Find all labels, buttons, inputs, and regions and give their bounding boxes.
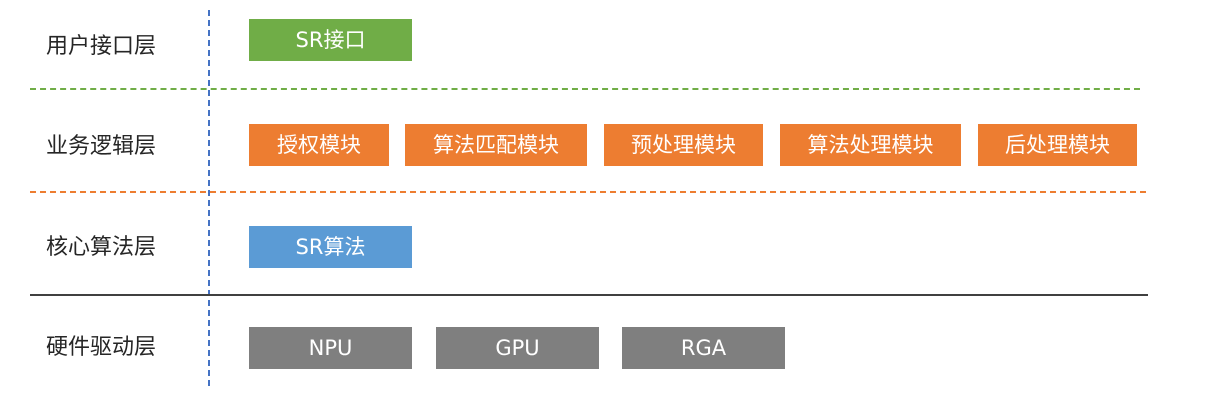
module-rga: RGA xyxy=(622,327,785,369)
module-postprocessing: 后处理模块 xyxy=(978,124,1137,166)
module-gpu: GPU xyxy=(436,327,599,369)
layer-label-business-logic: 业务逻辑层 xyxy=(46,134,157,159)
module-preprocessing: 预处理模块 xyxy=(604,124,763,166)
separator-line-green xyxy=(30,88,1140,90)
separator-line-solid xyxy=(30,294,1148,296)
module-algorithm-matching: 算法匹配模块 xyxy=(405,124,587,166)
module-sr-algorithm: SR算法 xyxy=(249,226,412,268)
layer-divider-vertical-line xyxy=(208,10,210,386)
module-npu: NPU xyxy=(249,327,412,369)
separator-line-orange xyxy=(30,191,1146,193)
layer-label-hardware-driver: 硬件驱动层 xyxy=(46,335,157,360)
layer-label-user-interface: 用户接口层 xyxy=(46,34,157,59)
module-algorithm-processing: 算法处理模块 xyxy=(780,124,961,166)
module-sr-interface: SR接口 xyxy=(249,19,412,61)
layer-label-core-algorithm: 核心算法层 xyxy=(46,235,157,260)
module-authorization: 授权模块 xyxy=(249,124,389,166)
